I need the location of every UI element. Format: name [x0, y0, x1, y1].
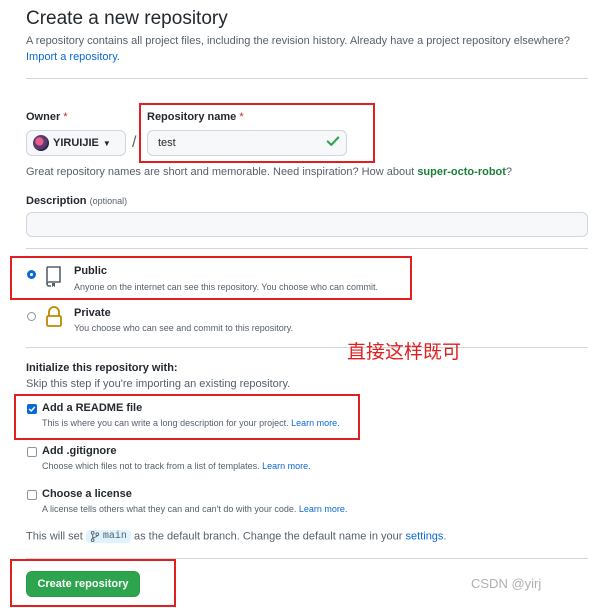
page-subtitle: A repository contains all project files,… — [26, 35, 570, 47]
lock-icon — [44, 306, 64, 333]
branch-name: main — [102, 531, 127, 542]
description-label: Description (optional) — [26, 195, 128, 207]
private-title: Private — [74, 307, 111, 319]
divider — [26, 78, 588, 79]
initialize-heading: Initialize this repository with: — [26, 362, 178, 374]
import-repository-link[interactable]: Import a repository. — [26, 51, 120, 63]
gitignore-title: Add .gitignore — [42, 445, 117, 457]
highlight-repo-name — [139, 103, 375, 163]
description-input[interactable] — [26, 212, 588, 237]
divider — [26, 347, 588, 348]
highlight-create-button — [10, 559, 176, 607]
private-radio[interactable] — [27, 312, 36, 321]
owner-label: Owner * — [26, 111, 68, 123]
gitignore-checkbox[interactable] — [27, 447, 37, 457]
name-hint: Great repository names are short and mem… — [26, 166, 513, 178]
annotation-text: 直接这样既可 — [347, 342, 462, 363]
highlight-readme — [14, 394, 360, 440]
avatar — [33, 135, 49, 151]
branch-note: This will set main as the default branch… — [26, 530, 447, 543]
license-desc: A license tells others what they can and… — [42, 504, 348, 514]
watermark: CSDN @yirj — [471, 576, 542, 591]
license-learn-more-link[interactable]: Learn more. — [299, 504, 348, 514]
branch-tag: main — [85, 530, 131, 543]
settings-link[interactable]: settings — [406, 530, 444, 542]
private-desc: You choose who can see and commit to thi… — [74, 323, 294, 333]
owner-repo-separator: / — [132, 134, 137, 151]
git-branch-icon — [90, 531, 100, 542]
name-suggestion[interactable]: super-octo-robot — [417, 166, 506, 178]
gitignore-desc: Choose which files not to track from a l… — [42, 461, 311, 471]
owner-name: YIRUIJIE — [53, 137, 99, 149]
license-title: Choose a license — [42, 488, 132, 500]
owner-select[interactable]: YIRUIJIE ▼ — [26, 130, 126, 156]
page-title: Create a new repository — [26, 8, 228, 29]
divider — [26, 248, 588, 249]
gitignore-learn-more-link[interactable]: Learn more. — [262, 461, 311, 471]
initialize-skip-text: Skip this step if you're importing an ex… — [26, 378, 291, 390]
caret-down-icon: ▼ — [102, 138, 111, 148]
license-checkbox[interactable] — [27, 490, 37, 500]
highlight-public — [10, 256, 412, 300]
